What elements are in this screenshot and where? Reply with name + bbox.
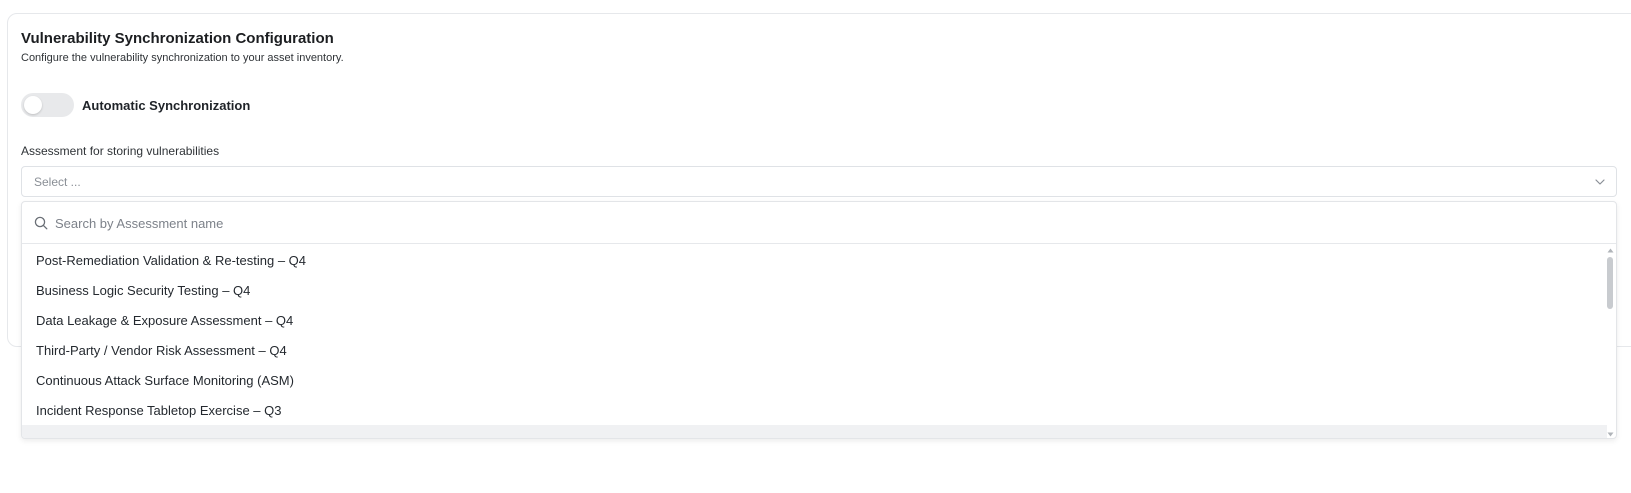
auto-sync-row: Automatic Synchronization [21,93,250,117]
assessment-option[interactable]: Business Logic Security Testing – Q4 [22,275,1607,305]
page-subtitle: Configure the vulnerability synchronizat… [21,52,344,64]
search-icon [34,216,48,230]
scroll-down-arrow-icon[interactable] [1607,431,1614,438]
dropdown-search-row [22,202,1616,244]
assessment-options-list: Post-Remediation Validation & Re-testing… [22,245,1607,438]
chevron-down-icon [1595,179,1605,185]
select-placeholder: Select ... [34,175,81,189]
auto-sync-label: Automatic Synchronization [82,97,251,113]
assessment-search-input[interactable] [55,210,1555,236]
assessment-select[interactable]: Select ... [21,166,1617,197]
assessment-option[interactable]: Continuous Attack Surface Monitoring (AS… [22,365,1607,395]
dropdown-scrollbar[interactable] [1605,245,1616,438]
assessment-option[interactable]: Incident Response Tabletop Exercise – Q3 [22,395,1607,425]
assessment-option[interactable]: Post-Remediation Validation & Re-testing… [22,245,1607,275]
toggle-knob [24,96,42,114]
assessment-option-partial[interactable] [22,425,1607,438]
assessment-field-label: Assessment for storing vulnerabilities [21,144,220,158]
page-title: Vulnerability Synchronization Configurat… [21,30,334,47]
scroll-up-arrow-icon[interactable] [1607,247,1614,254]
assessment-option[interactable]: Data Leakage & Exposure Assessment – Q4 [22,305,1607,335]
assessment-option[interactable]: Third-Party / Vendor Risk Assessment – Q… [22,335,1607,365]
auto-sync-toggle[interactable] [21,93,74,117]
assessment-dropdown: Post-Remediation Validation & Re-testing… [21,201,1617,439]
scrollbar-thumb[interactable] [1607,257,1613,309]
